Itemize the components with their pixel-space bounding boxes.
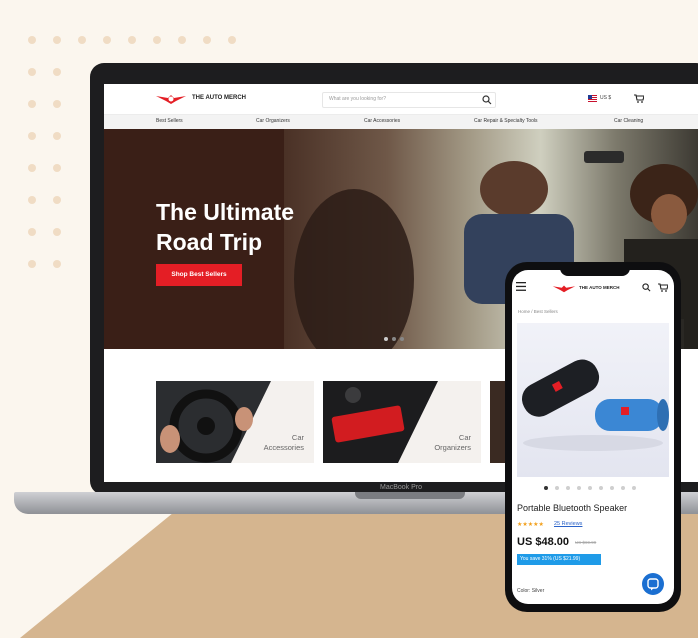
- phone-screen: THE AUTO MERCH Home / Best Sellers Porta…: [512, 270, 674, 604]
- color-label: Color: Silver: [517, 588, 545, 594]
- product-image[interactable]: [517, 323, 669, 477]
- card-label-line1: Car: [458, 433, 471, 442]
- wing-logo-icon[interactable]: [156, 93, 186, 105]
- chat-icon: [647, 578, 659, 591]
- shop-best-sellers-button[interactable]: Shop Best Sellers: [156, 264, 242, 286]
- card-label-line2: Organizers: [434, 443, 471, 452]
- logo-text[interactable]: THE AUTO MERCH: [192, 95, 246, 101]
- product-price: US $48.00: [517, 536, 569, 548]
- reviews-link[interactable]: 25 Reviews: [554, 521, 582, 527]
- original-price: US $69.99: [575, 540, 597, 545]
- bluetooth-speakers-image: [521, 359, 669, 451]
- category-card-accessories[interactable]: Car Accessories: [156, 381, 314, 463]
- chat-button[interactable]: [642, 573, 664, 595]
- slider-dot[interactable]: [621, 486, 625, 490]
- product-title: Portable Bluetooth Speaker: [517, 503, 628, 513]
- nav-best-sellers[interactable]: Best Sellers: [156, 118, 183, 124]
- search-icon[interactable]: [642, 283, 651, 292]
- site-header: THE AUTO MERCH What are you looking for?…: [104, 84, 698, 114]
- hero-heading-line1: The Ultimate: [156, 199, 295, 225]
- search-icon[interactable]: [482, 95, 492, 105]
- slider-dot[interactable]: [599, 486, 603, 490]
- slider-dot[interactable]: [610, 486, 614, 490]
- slider-dot[interactable]: [555, 486, 559, 490]
- hero-heading-line2: Road Trip: [156, 229, 263, 255]
- search-input[interactable]: What are you looking for?: [322, 92, 496, 108]
- hero-heading: The Ultimate Road Trip: [156, 197, 326, 257]
- card-label: Car Accessories: [264, 433, 304, 453]
- slider-dot[interactable]: [632, 486, 636, 490]
- category-card-organizers[interactable]: Car Organizers: [323, 381, 481, 463]
- cart-icon[interactable]: [634, 94, 644, 103]
- nav-car-cleaning[interactable]: Car Cleaning: [614, 118, 643, 124]
- breadcrumb[interactable]: Home / Best Sellers: [518, 309, 558, 314]
- wing-logo-icon[interactable]: [552, 284, 576, 293]
- us-flag-icon[interactable]: [588, 95, 597, 102]
- card-label-line2: Accessories: [263, 443, 304, 452]
- nav-car-organizers[interactable]: Car Organizers: [256, 118, 290, 124]
- laptop-hinge-notch: [355, 492, 465, 499]
- card-label: Car Organizers: [434, 433, 471, 453]
- phone-header: THE AUTO MERCH: [512, 278, 674, 298]
- phone-logo-text[interactable]: THE AUTO MERCH: [579, 285, 620, 290]
- slider-dot[interactable]: [544, 486, 548, 490]
- carousel-dot[interactable]: [400, 337, 404, 341]
- slider-dot[interactable]: [577, 486, 581, 490]
- carousel-dot[interactable]: [392, 337, 396, 341]
- carousel-dot[interactable]: [384, 337, 388, 341]
- laptop-model-label: MacBook Pro: [380, 484, 423, 491]
- savings-badge: You save 31% (US $21.99): [517, 554, 601, 565]
- cart-icon[interactable]: [658, 283, 668, 292]
- slider-dot[interactable]: [588, 486, 592, 490]
- category-nav: Best Sellers Car Organizers Car Accessor…: [104, 114, 698, 130]
- menu-icon[interactable]: [516, 282, 526, 291]
- card-label-line1: Car: [291, 433, 304, 442]
- search-placeholder: What are you looking for?: [329, 96, 386, 102]
- currency-selector[interactable]: US $: [600, 95, 611, 101]
- phone-notch: [560, 266, 630, 276]
- slider-dot[interactable]: [566, 486, 570, 490]
- rating-stars: ★★★★★: [517, 522, 544, 528]
- nav-car-repair-tools[interactable]: Car Repair & Specialty Tools: [474, 118, 538, 124]
- nav-car-accessories[interactable]: Car Accessories: [364, 118, 400, 124]
